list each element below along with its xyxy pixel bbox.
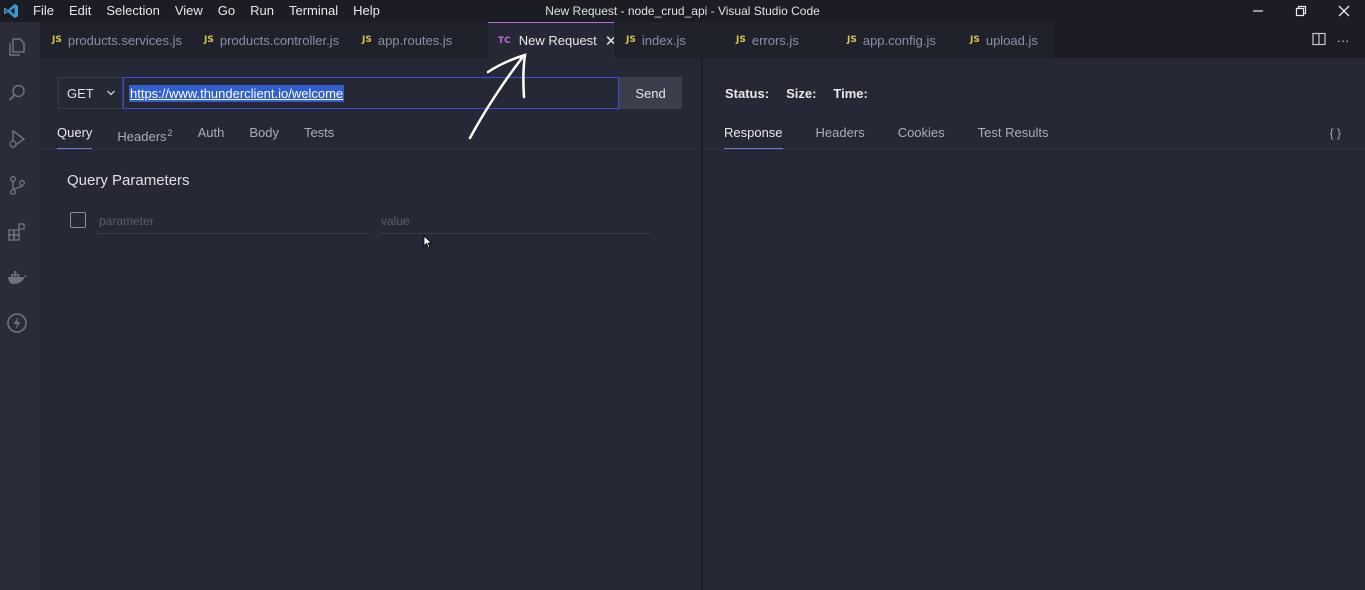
- js-file-icon: JS: [847, 35, 857, 45]
- tab-errors[interactable]: JS errors.js: [724, 22, 835, 58]
- tab-test-results[interactable]: Test Results: [978, 124, 1049, 150]
- explorer-icon[interactable]: [4, 34, 30, 60]
- docker-icon[interactable]: [4, 264, 30, 290]
- tab-label: products.services.js: [67, 32, 182, 48]
- tab-response[interactable]: Response: [724, 124, 783, 150]
- js-file-icon: JS: [362, 35, 372, 45]
- size-label: Size:: [786, 86, 817, 101]
- tab-label: upload.js: [985, 32, 1038, 48]
- editor-tab-bar: JS products.services.js JS products.cont…: [40, 22, 1365, 58]
- menu-run[interactable]: Run: [250, 0, 274, 22]
- js-file-icon: JS: [52, 35, 62, 45]
- tab-cookies[interactable]: Cookies: [898, 124, 945, 150]
- menu-view[interactable]: View: [175, 0, 203, 22]
- menu-edit[interactable]: Edit: [69, 0, 91, 22]
- status-label: Status:: [725, 86, 770, 101]
- mouse-cursor-icon: [423, 235, 433, 249]
- query-parameters-title: Query Parameters: [67, 172, 190, 189]
- divider: [40, 149, 701, 150]
- method-select[interactable]: GET: [58, 77, 123, 109]
- tab-body[interactable]: Body: [249, 124, 279, 150]
- run-debug-icon[interactable]: [4, 126, 30, 152]
- request-panel: GET https://www.thunderclient.io/welcome…: [40, 58, 701, 590]
- close-icon: [1338, 5, 1349, 17]
- menu-file[interactable]: File: [33, 0, 54, 22]
- time-label: Time:: [833, 86, 868, 101]
- tab-headers[interactable]: Headers2: [117, 124, 172, 150]
- tab-response-headers[interactable]: Headers: [816, 124, 865, 150]
- annotation-arrow-icon: [468, 53, 527, 140]
- thunder-client-tab-icon: TC: [498, 35, 511, 46]
- source-control-icon[interactable]: [4, 172, 30, 198]
- js-file-icon: JS: [736, 35, 746, 45]
- menu-terminal[interactable]: Terminal: [289, 0, 338, 22]
- url-value: https://www.thunderclient.io/welcome: [129, 84, 345, 102]
- minimize-icon: [1252, 10, 1263, 12]
- headers-count: 2: [167, 128, 173, 138]
- format-json-icon[interactable]: { }: [1330, 126, 1341, 140]
- tab-app-config[interactable]: JS app.config.js: [835, 22, 958, 58]
- activity-bar: [0, 22, 40, 590]
- js-file-icon: JS: [970, 35, 980, 45]
- tab-label: errors.js: [751, 32, 799, 48]
- value-input[interactable]: [379, 208, 651, 234]
- divider: [703, 149, 1365, 150]
- minimize-button[interactable]: [1236, 0, 1279, 22]
- menu-selection[interactable]: Selection: [106, 0, 159, 22]
- editor-actions: ···: [1307, 22, 1365, 58]
- split-editor-icon[interactable]: [1307, 32, 1331, 49]
- title-bar: File Edit Selection View Go Run Terminal…: [0, 0, 1365, 22]
- search-icon[interactable]: [4, 80, 30, 106]
- method-value: GET: [67, 85, 94, 101]
- restore-button[interactable]: [1279, 0, 1322, 22]
- menu-go[interactable]: Go: [218, 0, 235, 22]
- tab-label: app.config.js: [862, 32, 936, 48]
- more-actions-icon[interactable]: ···: [1331, 33, 1355, 48]
- restore-icon: [1295, 5, 1306, 17]
- menu-bar: File Edit Selection View Go Run Terminal…: [33, 0, 395, 22]
- tab-tests[interactable]: Tests: [304, 124, 334, 150]
- menu-help[interactable]: Help: [353, 0, 380, 22]
- tab-label: app.routes.js: [377, 32, 453, 48]
- tab-products-services[interactable]: JS products.services.js: [40, 22, 192, 58]
- tab-label: index.js: [641, 32, 686, 48]
- tab-label: New Request: [518, 33, 597, 48]
- tab-upload[interactable]: JS upload.js: [958, 22, 1054, 58]
- request-tabs: Query Headers2 Auth Body Tests: [57, 124, 359, 150]
- js-file-icon: JS: [204, 35, 214, 45]
- tab-label: products.controller.js: [219, 32, 340, 48]
- parameter-input[interactable]: [97, 208, 369, 234]
- vscode-logo-icon: [0, 0, 22, 22]
- tab-query[interactable]: Query: [57, 124, 93, 150]
- extensions-icon[interactable]: [4, 218, 30, 244]
- response-meta: Status: Size: Time:: [725, 86, 885, 101]
- thunder-client-icon[interactable]: [4, 310, 30, 336]
- tab-index[interactable]: JS index.js: [614, 22, 724, 58]
- response-tabs: Response Headers Cookies Test Results: [724, 124, 1081, 150]
- url-input[interactable]: https://www.thunderclient.io/welcome: [123, 77, 619, 109]
- tab-auth[interactable]: Auth: [198, 124, 225, 150]
- chevron-down-icon: [106, 86, 116, 101]
- tab-products-controller[interactable]: JS products.controller.js: [192, 22, 350, 58]
- close-window-button[interactable]: [1322, 0, 1365, 22]
- response-panel: Status: Size: Time: Response Headers Coo…: [703, 58, 1365, 590]
- js-file-icon: JS: [626, 35, 636, 45]
- send-button[interactable]: Send: [619, 77, 682, 109]
- param-checkbox[interactable]: [70, 212, 86, 228]
- window-controls: [1236, 0, 1365, 22]
